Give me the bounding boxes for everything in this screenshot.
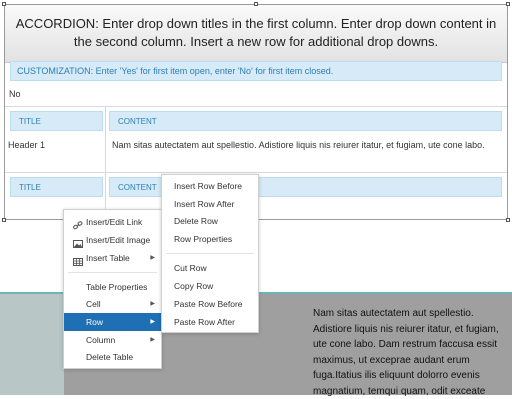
- submenu-item-label: Copy Row: [174, 281, 214, 291]
- image-icon: [73, 236, 83, 248]
- link-icon: [73, 218, 83, 230]
- submenu-item-row-properties[interactable]: Row Properties: [162, 230, 258, 248]
- menu-item-row[interactable]: Row ▶: [64, 313, 161, 331]
- menu-item-label: Insert/Edit Image: [86, 235, 151, 245]
- submenu-item-label: Delete Row: [174, 216, 218, 226]
- chevron-right-icon: ▶: [150, 255, 155, 261]
- menu-item-insert-edit-link[interactable]: Insert/Edit Link: [64, 213, 161, 231]
- submenu-item-paste-row-after[interactable]: Paste Row After: [162, 313, 258, 331]
- submenu-item-paste-row-before[interactable]: Paste Row Before: [162, 295, 258, 313]
- table-header-title[interactable]: TITLE: [10, 111, 103, 131]
- submenu-item-label: Insert Row Before: [174, 181, 243, 191]
- submenu-item-label: Insert Row After: [174, 199, 235, 209]
- table-row-divider: [5, 172, 507, 173]
- submenu-item-insert-row-before[interactable]: Insert Row Before: [162, 177, 258, 195]
- submenu-item-label: Paste Row After: [174, 317, 235, 327]
- menu-item-table-properties[interactable]: Table Properties: [64, 278, 161, 296]
- resize-handle-top[interactable]: [254, 2, 258, 6]
- menu-item-insert-table[interactable]: Insert Table ▶: [64, 249, 161, 267]
- submenu-item-cut-row[interactable]: Cut Row: [162, 259, 258, 277]
- resize-handle-top-right[interactable]: [506, 2, 510, 6]
- row-submenu: Insert Row Before Insert Row After Delet…: [161, 174, 259, 333]
- table-column-divider: [105, 106, 106, 219]
- chevron-right-icon: ▶: [150, 301, 155, 307]
- accordion-instructions-text: ACCORDION: Enter drop down titles in the…: [15, 16, 497, 49]
- background-paragraph: Nam sitas autectatem aut spellestio. Adi…: [313, 308, 499, 397]
- menu-item-insert-edit-image[interactable]: Insert/Edit Image: [64, 231, 161, 249]
- menu-item-label: Cell: [86, 299, 101, 309]
- table-divider: [5, 106, 507, 107]
- menu-item-label: Row: [86, 317, 104, 327]
- accordion-instructions-header: ACCORDION: Enter drop down titles in the…: [5, 5, 507, 63]
- first-item-open-value[interactable]: No: [9, 89, 21, 99]
- menu-separator: [68, 272, 157, 273]
- menu-item-label: Insert Table: [86, 253, 130, 263]
- menu-separator: [166, 253, 254, 254]
- menu-item-label: Column: [86, 335, 116, 345]
- menu-item-cell[interactable]: Cell ▶: [64, 295, 161, 313]
- customization-note[interactable]: CUSTOMIZATION: Enter 'Yes' for first ite…: [10, 61, 502, 81]
- chevron-right-icon: ▶: [150, 337, 155, 343]
- submenu-item-copy-row[interactable]: Copy Row: [162, 277, 258, 295]
- chevron-right-icon: ▶: [150, 319, 155, 325]
- resize-handle-top-left[interactable]: [2, 2, 6, 6]
- table-icon: [73, 254, 83, 266]
- menu-item-label: Table Properties: [86, 282, 148, 292]
- page-sidebar-strip: [0, 292, 64, 395]
- menu-item-delete-table[interactable]: Delete Table: [64, 348, 161, 366]
- table-cell-content[interactable]: Nam sitas autectatem aut spellestio. Adi…: [112, 138, 500, 152]
- menu-item-column[interactable]: Column ▶: [64, 331, 161, 349]
- table-cell-title[interactable]: Header 1: [8, 138, 45, 152]
- resize-handle-bottom-left[interactable]: [2, 218, 6, 222]
- submenu-item-label: Paste Row Before: [174, 299, 243, 309]
- submenu-item-insert-row-after[interactable]: Insert Row After: [162, 195, 258, 213]
- menu-item-label: Delete Table: [86, 352, 134, 362]
- submenu-item-delete-row[interactable]: Delete Row: [162, 212, 258, 230]
- resize-handle-bottom-right[interactable]: [506, 218, 510, 222]
- submenu-item-label: Row Properties: [174, 234, 233, 244]
- table-header-title-2[interactable]: TITLE: [10, 177, 103, 197]
- menu-item-label: Insert/Edit Link: [86, 217, 143, 227]
- table-context-menu: Insert/Edit Link Insert/Edit Image Inser…: [63, 209, 162, 369]
- submenu-item-label: Cut Row: [174, 263, 207, 273]
- table-header-content[interactable]: CONTENT: [109, 111, 502, 131]
